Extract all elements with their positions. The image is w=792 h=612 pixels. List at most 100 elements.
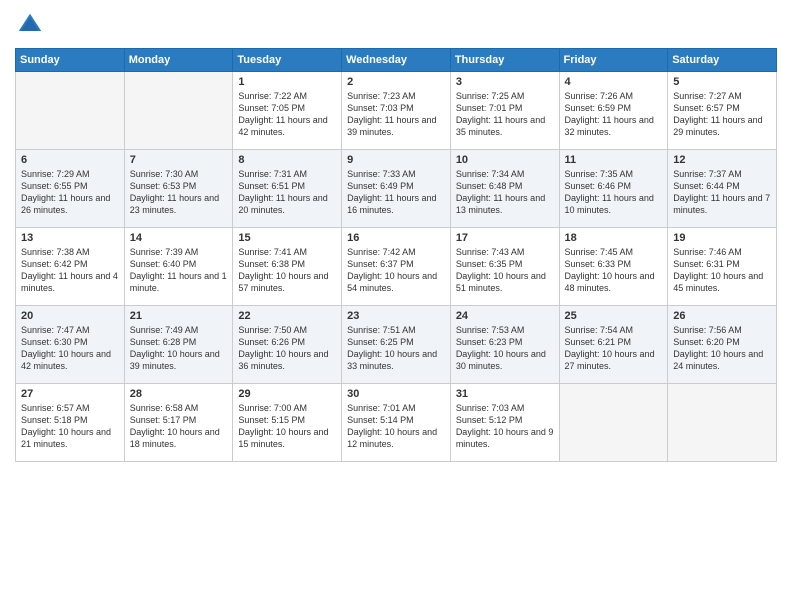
day-cell: 17Sunrise: 7:43 AM Sunset: 6:35 PM Dayli… [450, 228, 559, 306]
day-info: Sunrise: 7:41 AM Sunset: 6:38 PM Dayligh… [238, 246, 336, 295]
week-row-3: 13 Sunrise: 7:38 AM Sunset: 6:42 PM Dayli… [16, 228, 777, 306]
day-info: Sunrise: 7:27 AM Sunset: 6:57 PM Dayligh… [673, 90, 771, 139]
day-cell: 22Sunrise: 7:50 AM Sunset: 6:26 PM Dayli… [233, 306, 342, 384]
day-cell: 2 Sunrise: 7:23 AM Sunset: 7:03 PM Daylig… [342, 72, 451, 150]
day-cell: 13 Sunrise: 7:38 AM Sunset: 6:42 PM Dayli… [16, 228, 125, 306]
day-number: 15 [238, 232, 336, 244]
day-info: Sunrise: 7:23 AM Sunset: 7:03 PM Dayligh… [347, 90, 445, 139]
day-number: 24 [456, 310, 554, 322]
header-cell-thursday: Thursday [450, 49, 559, 72]
header-cell-sunday: Sunday [16, 49, 125, 72]
header-cell-tuesday: Tuesday [233, 49, 342, 72]
day-info: Sunrise: 7:26 AM Sunset: 6:59 PM Dayligh… [565, 90, 663, 139]
day-number: 29 [238, 388, 336, 400]
day-cell: 27 Sunrise: 6:57 AM Sunset: 5:18 PM Dayli… [16, 384, 125, 462]
day-cell: 1 Sunrise: 7:22 AM Sunset: 7:05 PM Daylig… [233, 72, 342, 150]
day-cell: 5 Sunrise: 7:27 AM Sunset: 6:57 PM Daylig… [668, 72, 777, 150]
day-number: 13 [21, 232, 119, 244]
day-cell: 11 Sunrise: 7:35 AM Sunset: 6:46 PM Dayli… [559, 150, 668, 228]
logo [15, 10, 48, 40]
day-cell: 20 Sunrise: 7:47 AM Sunset: 6:30 PM Dayli… [16, 306, 125, 384]
day-number: 16 [347, 232, 445, 244]
calendar-page: SundayMondayTuesdayWednesdayThursdayFrid… [0, 0, 792, 612]
day-info: Sunrise: 7:39 AM Sunset: 6:40 PM Dayligh… [130, 246, 228, 295]
day-info: Sunrise: 7:53 AM Sunset: 6:23 PM Dayligh… [456, 324, 554, 373]
day-info: Sunrise: 7:01 AM Sunset: 5:14 PM Dayligh… [347, 402, 445, 451]
day-info: Sunrise: 7:29 AM Sunset: 6:55 PM Dayligh… [21, 168, 119, 217]
day-info: Sunrise: 7:45 AM Sunset: 6:33 PM Dayligh… [565, 246, 663, 295]
day-info: Sunrise: 6:58 AM Sunset: 5:17 PM Dayligh… [130, 402, 228, 451]
day-cell [668, 384, 777, 462]
day-number: 2 [347, 76, 445, 88]
day-cell [559, 384, 668, 462]
day-cell: 19Sunrise: 7:46 AM Sunset: 6:31 PM Dayli… [668, 228, 777, 306]
day-info: Sunrise: 7:34 AM Sunset: 6:48 PM Dayligh… [456, 168, 554, 217]
day-info: Sunrise: 7:37 AM Sunset: 6:44 PM Dayligh… [673, 168, 771, 217]
header-cell-wednesday: Wednesday [342, 49, 451, 72]
day-number: 20 [21, 310, 119, 322]
day-number: 11 [565, 154, 663, 166]
day-cell: 16 Sunrise: 7:42 AM Sunset: 6:37 PM Dayli… [342, 228, 451, 306]
day-number: 1 [238, 76, 336, 88]
header-cell-saturday: Saturday [668, 49, 777, 72]
week-row-5: 27 Sunrise: 6:57 AM Sunset: 5:18 PM Dayli… [16, 384, 777, 462]
day-cell: 12 Sunrise: 7:37 AM Sunset: 6:44 PM Dayli… [668, 150, 777, 228]
day-number: 27 [21, 388, 119, 400]
day-cell: 9Sunrise: 7:33 AM Sunset: 6:49 PM Daylig… [342, 150, 451, 228]
day-info: Sunrise: 6:57 AM Sunset: 5:18 PM Dayligh… [21, 402, 119, 451]
day-cell: 4Sunrise: 7:26 AM Sunset: 6:59 PM Daylig… [559, 72, 668, 150]
day-cell: 10 Sunrise: 7:34 AM Sunset: 6:48 PM Dayli… [450, 150, 559, 228]
header-cell-monday: Monday [124, 49, 233, 72]
day-info: Sunrise: 7:47 AM Sunset: 6:30 PM Dayligh… [21, 324, 119, 373]
day-info: Sunrise: 7:03 AM Sunset: 5:12 PM Dayligh… [456, 402, 554, 451]
day-number: 22 [238, 310, 336, 322]
day-number: 8 [238, 154, 336, 166]
week-row-4: 20 Sunrise: 7:47 AM Sunset: 6:30 PM Dayli… [16, 306, 777, 384]
day-number: 28 [130, 388, 228, 400]
day-cell [16, 72, 125, 150]
day-number: 14 [130, 232, 228, 244]
day-number: 25 [565, 310, 663, 322]
day-cell: 8 Sunrise: 7:31 AM Sunset: 6:51 PM Daylig… [233, 150, 342, 228]
day-number: 21 [130, 310, 228, 322]
day-info: Sunrise: 7:42 AM Sunset: 6:37 PM Dayligh… [347, 246, 445, 295]
day-cell: 31 Sunrise: 7:03 AM Sunset: 5:12 PM Dayli… [450, 384, 559, 462]
day-cell: 21 Sunrise: 7:49 AM Sunset: 6:28 PM Dayli… [124, 306, 233, 384]
day-cell: 28 Sunrise: 6:58 AM Sunset: 5:17 PM Dayli… [124, 384, 233, 462]
day-number: 3 [456, 76, 554, 88]
day-cell: 23Sunrise: 7:51 AM Sunset: 6:25 PM Dayli… [342, 306, 451, 384]
calendar-table: SundayMondayTuesdayWednesdayThursdayFrid… [15, 48, 777, 462]
day-cell: 29 Sunrise: 7:00 AM Sunset: 5:15 PM Dayli… [233, 384, 342, 462]
day-cell: 3 Sunrise: 7:25 AM Sunset: 7:01 PM Daylig… [450, 72, 559, 150]
day-number: 6 [21, 154, 119, 166]
header-row: SundayMondayTuesdayWednesdayThursdayFrid… [16, 49, 777, 72]
day-cell: 26Sunrise: 7:56 AM Sunset: 6:20 PM Dayli… [668, 306, 777, 384]
day-cell: 18 Sunrise: 7:45 AM Sunset: 6:33 PM Dayli… [559, 228, 668, 306]
day-info: Sunrise: 7:49 AM Sunset: 6:28 PM Dayligh… [130, 324, 228, 373]
day-cell: 30Sunrise: 7:01 AM Sunset: 5:14 PM Dayli… [342, 384, 451, 462]
day-info: Sunrise: 7:46 AM Sunset: 6:31 PM Dayligh… [673, 246, 771, 295]
day-info: Sunrise: 7:00 AM Sunset: 5:15 PM Dayligh… [238, 402, 336, 451]
day-info: Sunrise: 7:54 AM Sunset: 6:21 PM Dayligh… [565, 324, 663, 373]
day-info: Sunrise: 7:30 AM Sunset: 6:53 PM Dayligh… [130, 168, 228, 217]
day-number: 31 [456, 388, 554, 400]
day-info: Sunrise: 7:22 AM Sunset: 7:05 PM Dayligh… [238, 90, 336, 139]
logo-icon [15, 10, 45, 40]
day-cell: 14 Sunrise: 7:39 AM Sunset: 6:40 PM Dayli… [124, 228, 233, 306]
day-cell: 24 Sunrise: 7:53 AM Sunset: 6:23 PM Dayli… [450, 306, 559, 384]
day-info: Sunrise: 7:35 AM Sunset: 6:46 PM Dayligh… [565, 168, 663, 217]
day-info: Sunrise: 7:38 AM Sunset: 6:42 PM Dayligh… [21, 246, 119, 295]
day-number: 9 [347, 154, 445, 166]
day-number: 18 [565, 232, 663, 244]
day-info: Sunrise: 7:25 AM Sunset: 7:01 PM Dayligh… [456, 90, 554, 139]
day-number: 26 [673, 310, 771, 322]
day-number: 5 [673, 76, 771, 88]
day-number: 12 [673, 154, 771, 166]
day-number: 7 [130, 154, 228, 166]
header-cell-friday: Friday [559, 49, 668, 72]
day-info: Sunrise: 7:31 AM Sunset: 6:51 PM Dayligh… [238, 168, 336, 217]
day-cell: 25 Sunrise: 7:54 AM Sunset: 6:21 PM Dayli… [559, 306, 668, 384]
day-cell: 15 Sunrise: 7:41 AM Sunset: 6:38 PM Dayli… [233, 228, 342, 306]
day-number: 10 [456, 154, 554, 166]
day-cell: 6 Sunrise: 7:29 AM Sunset: 6:55 PM Daylig… [16, 150, 125, 228]
